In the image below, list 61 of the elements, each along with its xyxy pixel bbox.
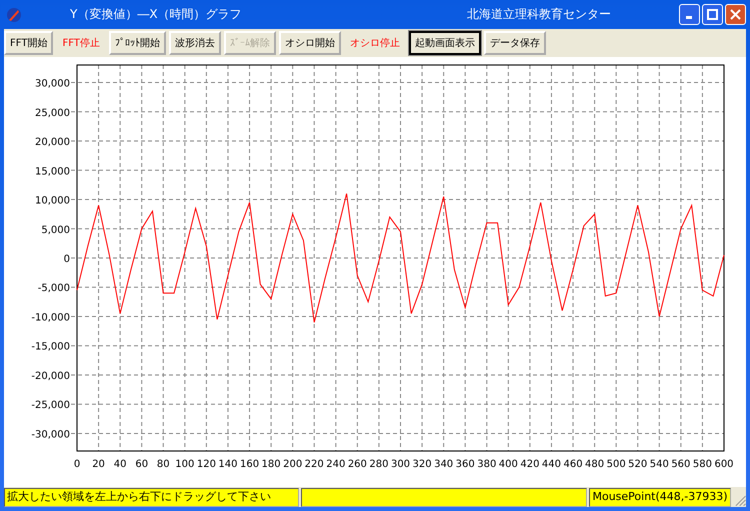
toolbar-button[interactable]: データ保存 (484, 31, 546, 55)
y-tick-label: -30,000 (31, 429, 70, 440)
toolbar-button[interactable]: オシロ開始 (278, 31, 341, 55)
x-tick-label: 180 (262, 459, 281, 470)
mouse-point: MousePoint(448,-37933) (589, 488, 731, 507)
x-tick-label: 220 (304, 459, 324, 470)
y-tick-label: 10,000 (35, 196, 70, 207)
x-tick-label: 320 (412, 459, 432, 470)
y-tick-label: -5,000 (38, 283, 70, 294)
y-tick-label: -25,000 (31, 400, 70, 412)
x-tick-label: 0 (74, 459, 80, 470)
toolbar-button[interactable]: ﾌﾟﾛｯﾄ開始 (108, 31, 166, 55)
y-tick-label: -10,000 (31, 312, 70, 324)
resize-grip-icon (732, 493, 746, 507)
x-tick-label: 160 (240, 459, 260, 470)
x-tick-label: 500 (606, 459, 626, 470)
x-tick-label: 40 (114, 459, 126, 470)
x-tick-label: 580 (692, 459, 712, 470)
x-tick-label: 200 (283, 459, 302, 470)
y-tick-label: 5,000 (41, 224, 70, 236)
x-tick-label: 420 (520, 459, 540, 470)
toolbar-button[interactable]: 起動画面表示 (408, 31, 481, 55)
x-tick-label: 20 (92, 459, 105, 470)
x-tick-label: 80 (156, 459, 170, 470)
x-tick-label: 480 (585, 459, 604, 470)
x-tick-label: 240 (326, 459, 346, 470)
toolbar-button[interactable]: 波形消去 (168, 31, 221, 55)
x-tick-label: 300 (390, 459, 410, 470)
x-tick-label: 600 (714, 459, 734, 470)
y-tick-label: 30,000 (35, 78, 70, 90)
x-tick-label: 520 (628, 459, 648, 470)
toolbar-button[interactable]: FFT開始 (4, 31, 54, 55)
y-tick-label: -15,000 (31, 342, 70, 353)
y-tick-label: 20,000 (35, 137, 70, 148)
x-tick-label: 140 (218, 459, 238, 470)
y-tick-label: 0 (64, 254, 70, 265)
x-tick-label: 100 (175, 459, 194, 470)
x-tick-label: 540 (650, 459, 669, 470)
x-tick-label: 460 (563, 459, 583, 470)
window-title: Y（変換値）―X（時間）グラフ (70, 6, 242, 23)
y-tick-label: -20,000 (31, 370, 70, 382)
x-tick-label: 440 (542, 459, 562, 470)
status-message: 拡大したい領域を左上から右下にドラッグして下さい (4, 488, 299, 507)
y-tick-label: 15,000 (35, 166, 70, 178)
maximize-button[interactable] (702, 4, 723, 25)
x-tick-label: 260 (348, 459, 367, 470)
organization-name: 北海道立理科教育センター (467, 6, 611, 23)
maximize-icon (707, 9, 718, 20)
close-button[interactable] (725, 4, 746, 25)
app-icon (6, 6, 22, 22)
x-tick-label: 340 (434, 459, 454, 470)
x-tick-label: 60 (135, 459, 148, 470)
x-tick-label: 380 (477, 459, 496, 470)
x-tick-label: 400 (498, 459, 518, 470)
x-tick-label: 120 (196, 459, 216, 470)
minimize-button[interactable] (679, 4, 700, 25)
x-tick-label: 560 (671, 459, 690, 470)
x-tick-label: 360 (456, 459, 475, 470)
close-icon (730, 9, 741, 20)
x-tick-label: 280 (369, 459, 388, 470)
y-tick-label: 25,000 (35, 108, 70, 119)
